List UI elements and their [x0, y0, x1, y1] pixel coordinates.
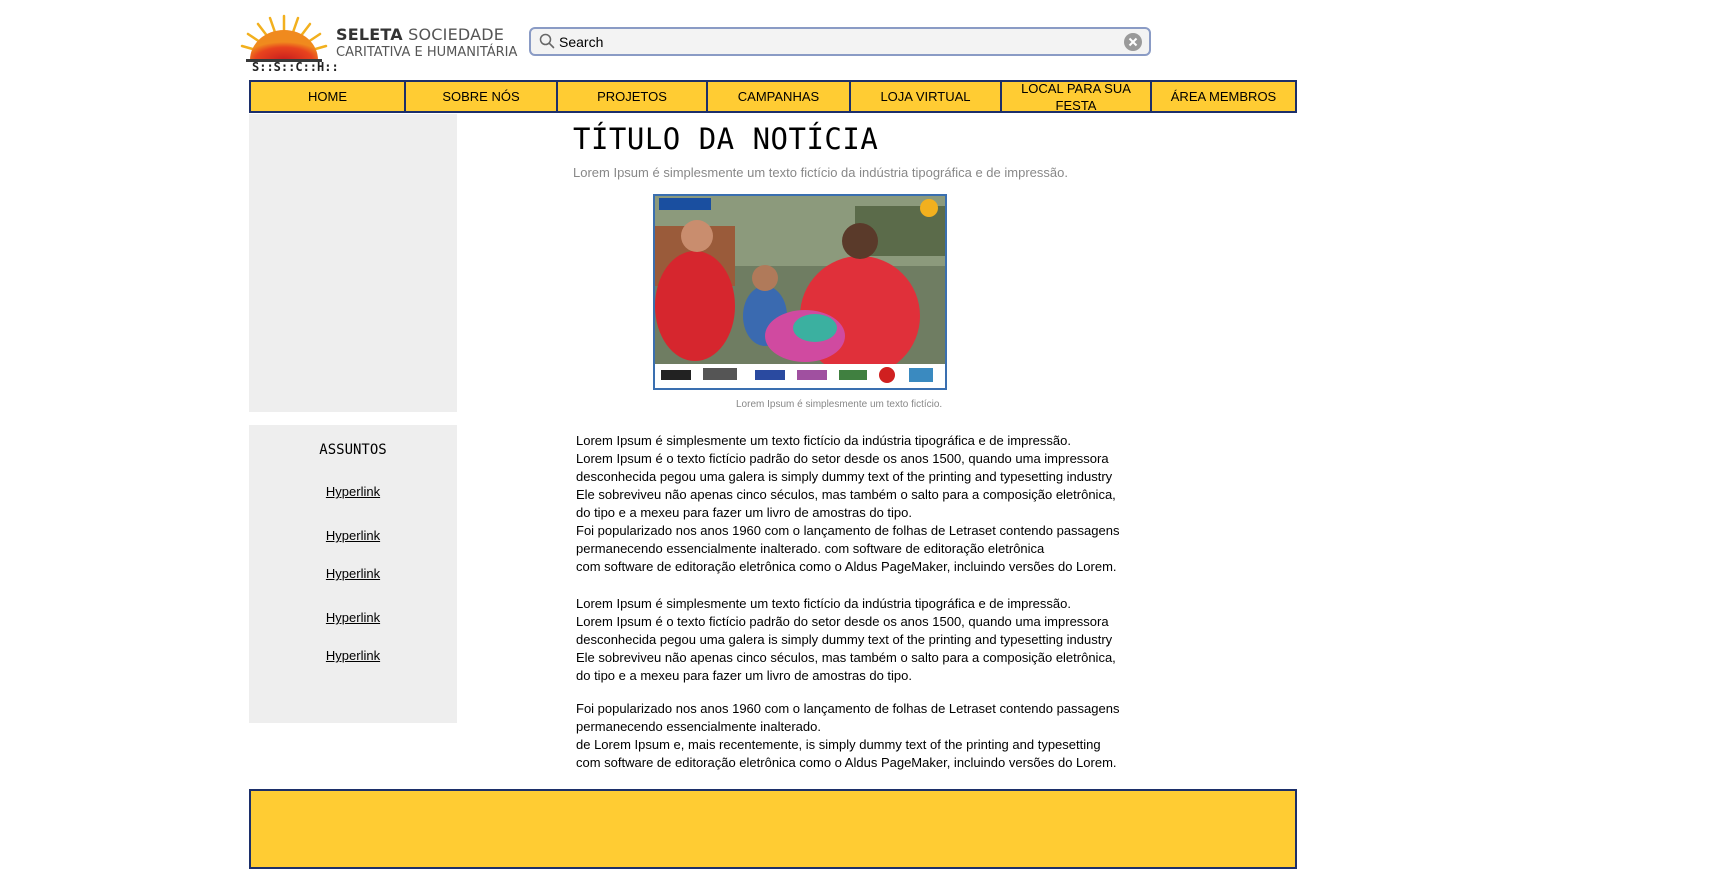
paragraph-line: Foi popularizado nos anos 1960 com o lan…	[576, 701, 1120, 716]
nav-area-membros[interactable]: ÁREA MEMBROS	[1152, 82, 1295, 111]
magnifier-icon	[539, 33, 555, 54]
sidebar-top-panel	[249, 114, 457, 412]
paragraph-line: de Lorem Ipsum e, mais recentemente, is …	[576, 737, 1101, 752]
image-caption: Lorem Ipsum é simplesmente um texto fict…	[736, 399, 943, 410]
sidebar-link[interactable]: Hyperlink	[249, 648, 457, 663]
nav-loja-virtual[interactable]: LOJA VIRTUAL	[851, 82, 1002, 111]
paragraph-line: Ele sobreviveu não apenas cinco séculos,…	[576, 487, 1116, 502]
nav-projetos[interactable]: PROJETOS	[558, 82, 708, 111]
article-subtitle: Lorem Ipsum é simplesmente um texto fict…	[573, 165, 1068, 180]
search-input[interactable]	[559, 32, 1099, 51]
paragraph-line: Lorem Ipsum é simplesmente um texto fict…	[576, 596, 1071, 611]
footer-bar	[249, 789, 1297, 869]
article-title: TÍTULO DA NOTÍCIA	[573, 122, 879, 156]
paragraph-line: do tipo e a mexeu para fazer um livro de…	[576, 505, 913, 520]
paragraph-line: permanecendo essencialmente inalterado. …	[576, 541, 1045, 556]
sidebar-assuntos-panel: ASSUNTOS Hyperlink Hyperlink Hyperlink H…	[249, 425, 457, 723]
site-logo[interactable]: SELETA SOCIEDADE CARITATIVA E HUMANITÁRI…	[240, 14, 517, 78]
article-paragraph: Lorem Ipsum é simplesmente um texto fict…	[576, 432, 1119, 576]
sidebar-link[interactable]: Hyperlink	[249, 566, 457, 581]
nav-sobre-nos[interactable]: SOBRE NÓS	[406, 82, 558, 111]
brand-name-bold: SELETA	[336, 25, 403, 44]
brand-name: SELETA SOCIEDADE CARITATIVA E HUMANITÁRI…	[336, 26, 517, 62]
search-bar[interactable]	[529, 27, 1151, 56]
paragraph-line: Foi popularizado nos anos 1960 com o lan…	[576, 523, 1120, 538]
nav-campanhas[interactable]: CAMPANHAS	[708, 82, 851, 111]
article-paragraph: Foi popularizado nos anos 1960 com o lan…	[576, 700, 1119, 772]
nav-home[interactable]: HOME	[251, 82, 406, 111]
main-navigation: HOME SOBRE NÓS PROJETOS CAMPANHAS LOJA V…	[249, 80, 1297, 113]
article-paragraph: Lorem Ipsum é simplesmente um texto fict…	[576, 595, 1116, 685]
brand-abbreviation: S::S::C::H::	[252, 60, 339, 74]
paragraph-line: desconhecida pegou uma galera is simply …	[576, 632, 1113, 647]
paragraph-line: Ele sobreviveu não apenas cinco séculos,…	[576, 650, 1116, 665]
paragraph-line: permanecendo essencialmente inalterado.	[576, 719, 821, 734]
paragraph-line: com software de editoração eletrônica co…	[576, 559, 1117, 574]
paragraph-line: Lorem Ipsum é simplesmente um texto fict…	[576, 433, 1071, 448]
sidebar-link[interactable]: Hyperlink	[249, 610, 457, 625]
paragraph-line: desconhecida pegou uma galera is simply …	[576, 469, 1113, 484]
paragraph-line: com software de editoração eletrônica co…	[576, 755, 1117, 770]
nav-local-para-sua-festa[interactable]: LOCAL PARA SUA FESTA	[1002, 81, 1152, 113]
brand-tagline: CARITATIVA E HUMANITÁRIA	[336, 45, 518, 60]
clear-circle-x-icon[interactable]	[1123, 32, 1143, 57]
sidebar-link[interactable]: Hyperlink	[249, 528, 457, 543]
paragraph-line: do tipo e a mexeu para fazer um livro de…	[576, 668, 913, 683]
paragraph-line: Lorem Ipsum é o texto fictício padrão do…	[576, 451, 1109, 466]
brand-name-rest: SOCIEDADE	[408, 25, 505, 44]
sidebar-link[interactable]: Hyperlink	[249, 484, 457, 499]
assuntos-heading: ASSUNTOS	[319, 442, 387, 458]
paragraph-line: Lorem Ipsum é o texto fictício padrão do…	[576, 614, 1109, 629]
article-photo	[653, 194, 947, 390]
